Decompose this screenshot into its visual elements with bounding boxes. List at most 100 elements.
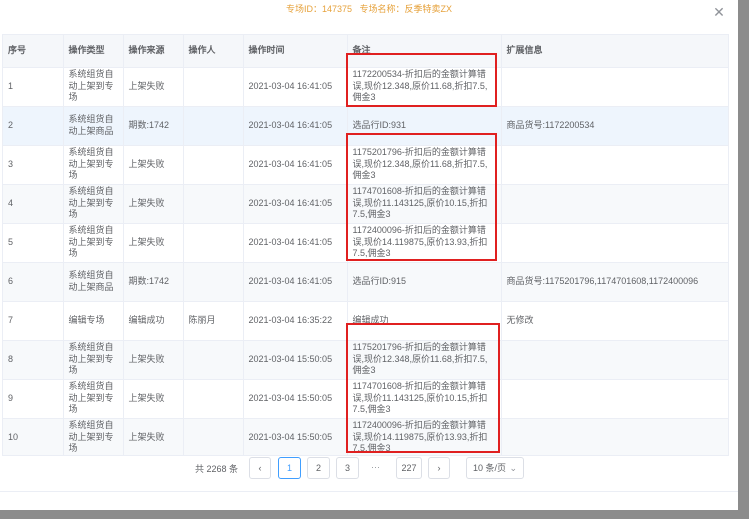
cell-no: 2 xyxy=(3,106,64,146)
cell-ext xyxy=(501,223,728,263)
cell-operator xyxy=(183,67,244,107)
column-header: 序号 xyxy=(3,35,64,68)
cell-operator xyxy=(183,262,244,302)
column-header: 操作时间 xyxy=(243,35,348,68)
page-size-value: 10 条/页 xyxy=(473,463,507,473)
cell-operator xyxy=(183,223,244,263)
table-header: 序号 操作类型 操作来源 操作人 操作时间 备注 扩展信息 xyxy=(3,35,728,68)
cell-no: 9 xyxy=(3,379,64,419)
cell-no: 3 xyxy=(3,145,64,185)
total-count: 共 2268 条 xyxy=(195,464,239,474)
chevron-left-icon: ‹ xyxy=(258,463,262,473)
cell-no: 10 xyxy=(3,418,64,455)
cell-source: 上架失败 xyxy=(123,145,184,185)
cell-ext xyxy=(501,379,728,419)
page-ellipsis[interactable]: ··· xyxy=(371,457,380,477)
cell-remark: 1172400096-折扣后的金额计算错误,现价14.119875,原价13.9… xyxy=(347,418,502,455)
table-row: 4 系统组货自动上架到专场 上架失败 2021-03-04 16:41:05 11747… xyxy=(3,184,728,224)
cell-type: 编辑专场 xyxy=(63,301,124,341)
cell-operator xyxy=(183,184,244,224)
cell-source: 上架失败 xyxy=(123,184,184,224)
cell-no: 6 xyxy=(3,262,64,302)
cell-time: 2021-03-04 15:50:05 xyxy=(243,340,348,380)
cell-time: 2021-03-04 16:41:05 xyxy=(243,145,348,185)
chevron-right-icon: › xyxy=(437,463,441,473)
table-row: 10 系统组货自动上架到专场 上架失败 2021-03-04 15:50:05 1172… xyxy=(3,418,728,455)
cell-source: 期数:1742 xyxy=(123,262,184,302)
cell-no: 1 xyxy=(3,67,64,107)
topic-id: 专场ID：147375 xyxy=(285,4,352,14)
pagination: 共 2268 条 ‹ 1 2 3 ··· 227 › 10 条/页 ⌄ xyxy=(0,457,738,481)
cell-operator xyxy=(183,106,244,146)
cell-source: 上架失败 xyxy=(123,223,184,263)
cell-time: 2021-03-04 16:41:05 xyxy=(243,184,348,224)
cell-type: 系统组货自动上架到专场 xyxy=(63,145,124,185)
dialog-header: 专场ID：147375 专场名称：反季特卖ZX xyxy=(0,0,738,18)
column-header: 操作人 xyxy=(183,35,244,68)
cell-ext xyxy=(501,340,728,380)
cell-ext: 商品货号:1172200534 xyxy=(501,106,728,146)
cell-remark: 编辑成功 xyxy=(347,301,502,341)
table-row: 3 系统组货自动上架到专场 上架失败 2021-03-04 16:41:05 11752… xyxy=(3,145,728,185)
cell-operator xyxy=(183,145,244,185)
cell-ext: 无修改 xyxy=(501,301,728,341)
cell-time: 2021-03-04 16:41:05 xyxy=(243,262,348,302)
cell-remark: 1172200534-折扣后的金额计算错误,现价12.348,原价11.68,折… xyxy=(347,67,502,107)
cell-remark: 1174701608-折扣后的金额计算错误,现价11.143125,原价10.1… xyxy=(347,379,502,419)
cell-no: 5 xyxy=(3,223,64,263)
cell-type: 系统组货自动上架商品 xyxy=(63,262,124,302)
table-row: 1 系统组货自动上架到专场 上架失败 2021-03-04 16:41:05 11722… xyxy=(3,67,728,107)
page-button-2[interactable]: 2 xyxy=(307,457,330,479)
next-page-button[interactable]: › xyxy=(428,457,450,479)
cell-ext: 商品货号:1175201796,1174701608,1172400096 xyxy=(501,262,728,302)
table-row: 2 系统组货自动上架商品 期数:1742 2021-03-04 16:41:05 选品行… xyxy=(3,106,728,146)
cell-type: 系统组货自动上架到专场 xyxy=(63,67,124,107)
cell-remark: 选品行ID:931 xyxy=(347,106,502,146)
cell-type: 系统组货自动上架到专场 xyxy=(63,223,124,263)
cell-type: 系统组货自动上架到专场 xyxy=(63,184,124,224)
table-row: 9 系统组货自动上架到专场 上架失败 2021-03-04 15:50:05 11747… xyxy=(3,379,728,419)
cell-remark: 选品行ID:915 xyxy=(347,262,502,302)
cell-type: 系统组货自动上架到专场 xyxy=(63,340,124,380)
cell-remark: 1174701608-折扣后的金额计算错误,现价11.143125,原价10.1… xyxy=(347,184,502,224)
cell-source: 上架失败 xyxy=(123,340,184,380)
cell-remark: 1175201796-折扣后的金额计算错误,现价12.348,原价11.68,折… xyxy=(347,340,502,380)
cell-time: 2021-03-04 15:50:05 xyxy=(243,418,348,455)
cell-operator xyxy=(183,418,244,455)
cell-time: 2021-03-04 15:50:05 xyxy=(243,379,348,419)
cell-source: 期数:1742 xyxy=(123,106,184,146)
column-header: 操作类型 xyxy=(63,35,124,68)
cell-ext xyxy=(501,67,728,107)
column-header: 扩展信息 xyxy=(501,35,728,68)
page-button-last[interactable]: 227 xyxy=(396,457,422,479)
cell-operator xyxy=(183,379,244,419)
cell-remark: 1175201796-折扣后的金额计算错误,现价12.348,原价11.68,折… xyxy=(347,145,502,185)
chevron-down-icon: ⌄ xyxy=(509,463,517,473)
table-row: 8 系统组货自动上架到专场 上架失败 2021-03-04 15:50:05 11752… xyxy=(3,340,728,380)
cell-remark: 1172400096-折扣后的金额计算错误,现价14.119875,原价13.9… xyxy=(347,223,502,263)
page-button-1[interactable]: 1 xyxy=(278,457,301,479)
cell-no: 4 xyxy=(3,184,64,224)
table-row: 6 系统组货自动上架商品 期数:1742 2021-03-04 16:41:05 选品行… xyxy=(3,262,728,302)
page-button-3[interactable]: 3 xyxy=(336,457,359,479)
operation-log-table: 序号 操作类型 操作来源 操作人 操作时间 备注 扩展信息 1 系统组货自动上架到… xyxy=(2,34,729,456)
cell-source: 上架失败 xyxy=(123,379,184,419)
cell-operator: 陈丽月 xyxy=(183,301,244,341)
cell-no: 7 xyxy=(3,301,64,341)
close-icon[interactable]: ✕ xyxy=(712,5,726,19)
cell-ext xyxy=(501,418,728,455)
cell-source: 上架失败 xyxy=(123,67,184,107)
table-row: 5 系统组货自动上架到专场 上架失败 2021-03-04 16:41:05 11724… xyxy=(3,223,728,263)
cell-time: 2021-03-04 16:41:05 xyxy=(243,223,348,263)
page-size-select[interactable]: 10 条/页 ⌄ xyxy=(466,457,524,479)
operation-log-dialog: 专场ID：147375 专场名称：反季特卖ZX ✕ 序号 操作类型 操作来源 操… xyxy=(0,0,738,510)
topic-name: 专场名称：反季特卖ZX xyxy=(359,4,453,14)
cell-time: 2021-03-04 16:35:22 xyxy=(243,301,348,341)
cell-no: 8 xyxy=(3,340,64,380)
cell-time: 2021-03-04 16:41:05 xyxy=(243,67,348,107)
cell-type: 系统组货自动上架商品 xyxy=(63,106,124,146)
prev-page-button[interactable]: ‹ xyxy=(249,457,271,479)
table-row: 7 编辑专场 编辑成功 陈丽月 2021-03-04 16:35:22 编辑成功 无修改 xyxy=(3,301,728,341)
cell-time: 2021-03-04 16:41:05 xyxy=(243,106,348,146)
column-header: 操作来源 xyxy=(123,35,184,68)
